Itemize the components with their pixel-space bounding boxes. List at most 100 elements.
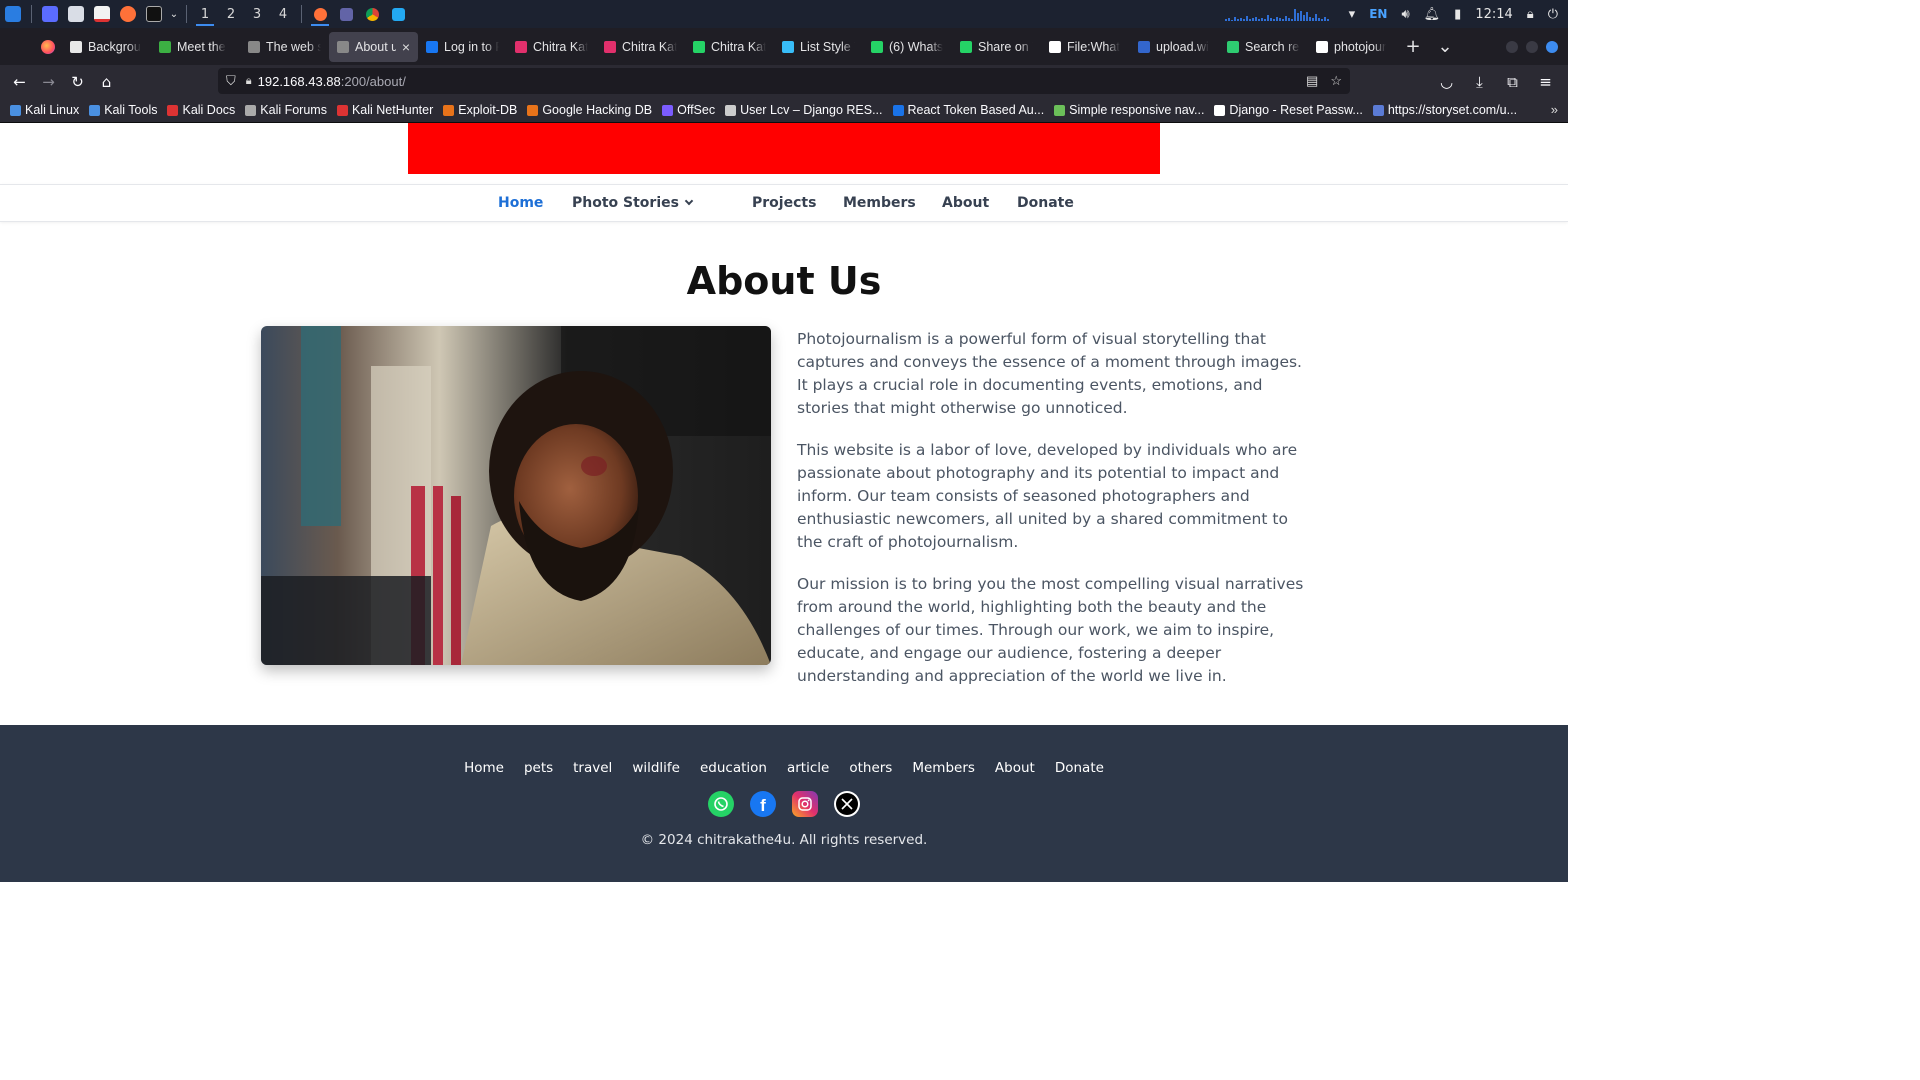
nav-photo-stories-dropdown[interactable]: Photo Stories xyxy=(572,195,694,211)
firefox-launcher-icon[interactable] xyxy=(115,0,141,28)
window-controls xyxy=(1506,40,1568,53)
bookmark-label: OffSec xyxy=(677,103,716,117)
footer-link[interactable]: travel xyxy=(573,760,612,776)
instagram-icon[interactable] xyxy=(792,791,818,817)
browser-tab[interactable]: List Style T xyxy=(774,32,863,62)
nav-donate-link[interactable]: Donate xyxy=(1017,195,1074,211)
back-arrow-icon[interactable]: ← xyxy=(5,67,34,96)
power-icon[interactable]: ⏻ xyxy=(1548,7,1558,22)
workspace-3[interactable]: 3 xyxy=(244,0,270,28)
browser-tab[interactable]: Chitra Kat xyxy=(596,32,685,62)
nav-about-link[interactable]: About xyxy=(942,195,989,211)
browser-tab-strip: Backgrou Meet the The web site About us × Log… xyxy=(0,28,1568,65)
footer-link[interactable]: pets xyxy=(524,760,553,776)
wifi-icon[interactable]: ▾ xyxy=(1349,7,1356,22)
maximize-window-button[interactable] xyxy=(1526,40,1538,53)
file-manager-icon[interactable] xyxy=(63,0,89,28)
browser-tab[interactable]: Meet the xyxy=(151,32,240,62)
bookmark-item[interactable]: Kali Tools xyxy=(89,103,157,117)
about-photo xyxy=(261,326,771,665)
browser-tab[interactable]: (6) Whats xyxy=(863,32,952,62)
browser-tab[interactable]: The web site xyxy=(240,32,329,62)
vscode-window-icon[interactable] xyxy=(385,0,411,28)
lock-icon[interactable]: 🔒︎ xyxy=(1527,7,1534,22)
kali-menu-icon[interactable] xyxy=(0,0,26,28)
bookmark-item[interactable]: Kali Linux xyxy=(10,103,79,117)
text-editor-icon[interactable] xyxy=(89,0,115,28)
reload-icon[interactable]: ↻ xyxy=(63,67,92,96)
bookmark-item[interactable]: Simple responsive nav... xyxy=(1054,103,1204,117)
footer-link[interactable]: About xyxy=(995,760,1035,776)
browser-tab[interactable]: Share on V xyxy=(952,32,1041,62)
bookmark-item[interactable]: Django - Reset Passw... xyxy=(1214,103,1363,117)
chevron-down-icon[interactable]: ⌄ xyxy=(167,0,181,28)
workspace-1[interactable]: 1 xyxy=(192,0,218,28)
footer-link[interactable]: wildlife xyxy=(632,760,680,776)
browser-tab[interactable]: Backgrou xyxy=(62,32,151,62)
bookmarks-overflow-icon[interactable]: » xyxy=(1551,102,1558,117)
list-all-tabs-button[interactable]: ⌄ xyxy=(1429,36,1461,57)
bookmark-favicon-icon xyxy=(336,104,348,116)
menu-hamburger-icon[interactable]: ≡ xyxy=(1531,67,1560,96)
footer-link[interactable]: others xyxy=(849,760,892,776)
whatsapp-icon[interactable] xyxy=(708,791,734,817)
browser-tab[interactable]: Chitra Kat xyxy=(507,32,596,62)
nav-home-link[interactable]: Home xyxy=(498,195,543,211)
teams-window-icon[interactable] xyxy=(333,0,359,28)
bookmark-item[interactable]: User Lcv – Django RES... xyxy=(725,103,883,117)
bookmark-star-icon[interactable]: ☆ xyxy=(1330,73,1342,89)
show-desktop-icon[interactable] xyxy=(37,0,63,28)
nav-members-link[interactable]: Members xyxy=(843,195,916,211)
bookmark-label: React Token Based Au... xyxy=(907,103,1045,117)
minimize-window-button[interactable] xyxy=(1506,40,1518,53)
new-tab-button[interactable]: + xyxy=(1397,36,1429,57)
browser-tab[interactable]: Chitra Kat xyxy=(685,32,774,62)
bookmark-item[interactable]: Kali Docs xyxy=(167,103,235,117)
language-indicator[interactable]: EN xyxy=(1369,7,1387,21)
footer-link[interactable]: Home xyxy=(464,760,504,776)
workspace-2[interactable]: 2 xyxy=(218,0,244,28)
terminal-launcher-icon[interactable] xyxy=(141,0,167,28)
bookmark-item[interactable]: OffSec xyxy=(662,103,715,117)
pocket-icon[interactable]: ◡ xyxy=(1432,67,1461,96)
clock[interactable]: 12:14 xyxy=(1475,7,1512,22)
bookmark-item[interactable]: https://storyset.com/u... xyxy=(1372,103,1517,117)
bookmark-item[interactable]: React Token Based Au... xyxy=(892,103,1045,117)
notification-bell-icon[interactable]: 🔔︎ xyxy=(1424,7,1441,22)
tab-label: (6) Whats xyxy=(889,39,944,54)
x-icon[interactable] xyxy=(834,791,860,817)
shield-icon[interactable]: ⛉ xyxy=(226,73,236,89)
chrome-window-icon[interactable] xyxy=(359,0,385,28)
bookmark-item[interactable]: Exploit-DB xyxy=(443,103,517,117)
footer-link[interactable]: education xyxy=(700,760,767,776)
extensions-icon[interactable]: ⧉ xyxy=(1498,67,1527,96)
downloads-icon[interactable]: ⤓ xyxy=(1465,67,1494,96)
forward-arrow-icon[interactable]: → xyxy=(34,67,63,96)
browser-tab[interactable]: photojour xyxy=(1308,32,1397,62)
volume-icon[interactable]: 🔊︎ xyxy=(1401,7,1409,22)
browser-tab[interactable]: Search res xyxy=(1219,32,1308,62)
workspace-4[interactable]: 4 xyxy=(270,0,296,28)
browser-tab[interactable]: upload.wi xyxy=(1130,32,1219,62)
close-window-button[interactable] xyxy=(1546,40,1558,53)
bookmark-item[interactable]: Kali Forums xyxy=(245,103,327,117)
nav-projects-link[interactable]: Projects xyxy=(752,195,816,211)
reader-view-icon[interactable]: ▤ xyxy=(1306,73,1318,89)
tab-label: List Style T xyxy=(800,39,855,54)
lock-icon[interactable]: 🔒︎ xyxy=(246,75,252,88)
close-tab-icon[interactable]: × xyxy=(402,39,410,55)
footer-link[interactable]: Donate xyxy=(1055,760,1104,776)
browser-tab[interactable]: Log in to F xyxy=(418,32,507,62)
browser-tab[interactable]: File:What xyxy=(1041,32,1130,62)
footer-link[interactable]: Members xyxy=(912,760,975,776)
address-bar[interactable]: ⛉ 🔒︎ 192.168.43.88:200/about/ ▤ ☆ xyxy=(218,68,1350,94)
firefox-view-icon[interactable] xyxy=(34,28,62,65)
footer-link[interactable]: article xyxy=(787,760,829,776)
browser-tab[interactable]: About us × xyxy=(329,31,418,62)
battery-icon[interactable]: ▮ xyxy=(1454,7,1461,22)
home-icon[interactable]: ⌂ xyxy=(92,67,121,96)
facebook-icon[interactable]: f xyxy=(750,791,776,817)
bookmark-item[interactable]: Kali NetHunter xyxy=(336,103,433,117)
bookmark-item[interactable]: Google Hacking DB xyxy=(527,103,652,117)
firefox-window-icon[interactable] xyxy=(307,0,333,28)
